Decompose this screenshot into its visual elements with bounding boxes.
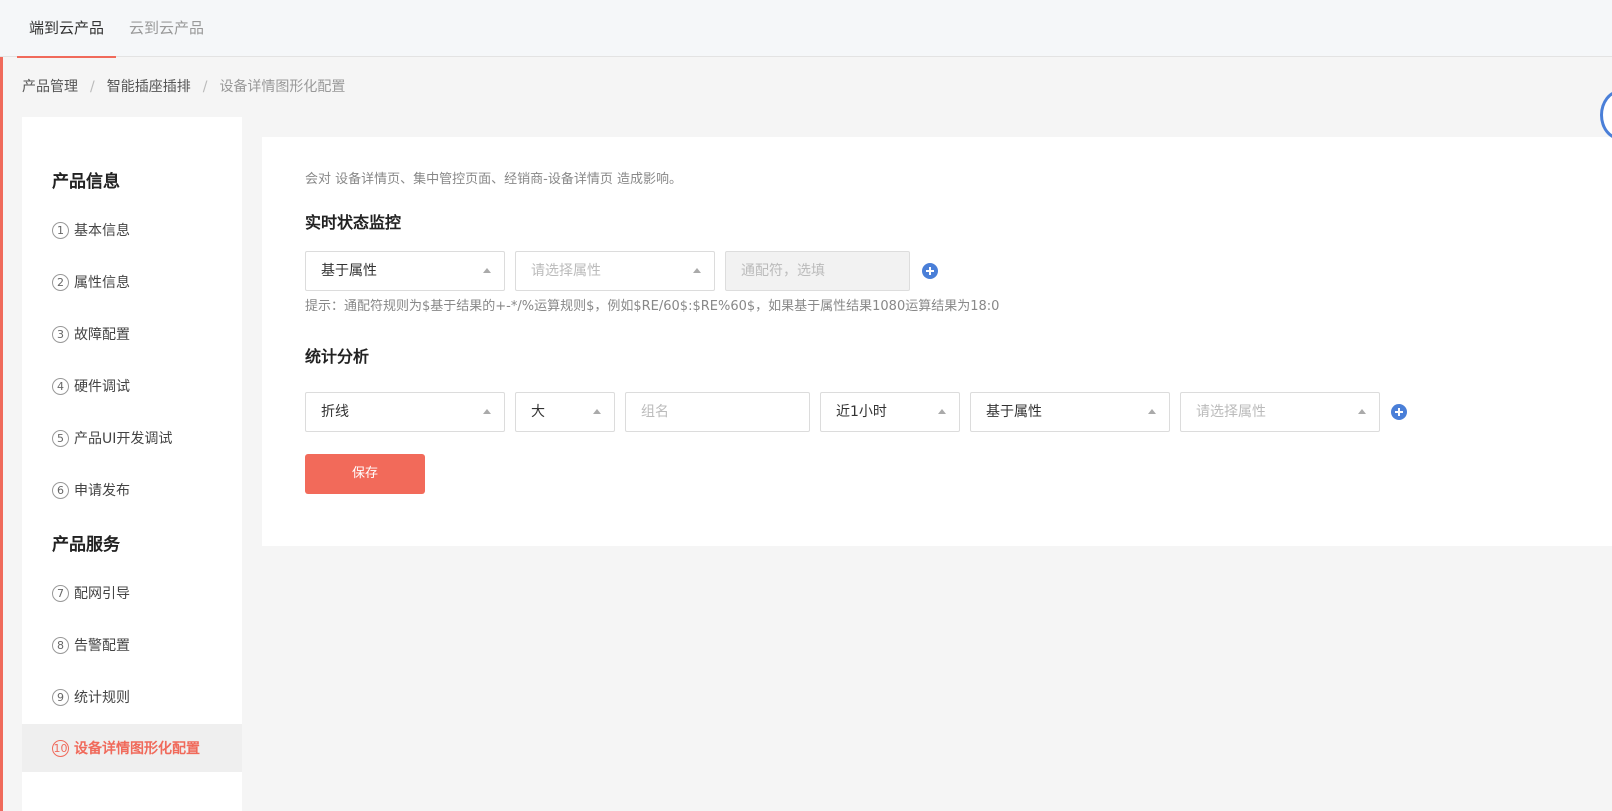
breadcrumb-separator: / — [90, 79, 95, 95]
sidebar-heading-product-info: 产品信息 — [52, 172, 120, 192]
sidebar-item-label: 统计规则 — [74, 690, 130, 706]
sidebar-item-stat-rules[interactable]: 9 统计规则 — [22, 673, 242, 721]
wildcard-input[interactable]: 通配符，选填 — [725, 251, 910, 291]
step-number: 4 — [52, 377, 69, 395]
input-placeholder: 组名 — [641, 404, 669, 420]
sidebar-heading-product-service: 产品服务 — [52, 535, 120, 555]
step-number: 7 — [52, 584, 69, 602]
group-name-input[interactable]: 组名 — [625, 392, 810, 432]
select-placeholder: 请选择属性 — [1196, 404, 1266, 420]
sidebar-item-label: 配网引导 — [74, 586, 130, 602]
select-placeholder: 请选择属性 — [531, 263, 601, 279]
sidebar-item-label: 故障配置 — [74, 327, 130, 343]
select-value: 基于属性 — [321, 263, 377, 279]
sidebar-item-basic-info[interactable]: 1 基本信息 — [22, 206, 242, 254]
chart-size-select[interactable]: 大 — [515, 392, 615, 432]
sidebar-item-label: 产品UI开发调试 — [74, 431, 173, 447]
sidebar: 产品信息 1 基本信息 2 属性信息 3 故障配置 4 硬件调试 5 产品UI开… — [22, 117, 242, 811]
sidebar-item-attribute-info[interactable]: 2 属性信息 — [22, 258, 242, 306]
section-title-realtime: 实时状态监控 — [305, 213, 402, 232]
breadcrumb-product[interactable]: 智能插座插排 — [107, 77, 191, 97]
input-placeholder: 通配符，选填 — [741, 263, 825, 279]
breadcrumb-current: 设备详情图形化配置 — [219, 79, 346, 95]
realtime-source-select[interactable]: 基于属性 — [305, 251, 505, 291]
config-panel: 会对 设备详情页、集中管控页面、经销商-设备详情页 造成影响。 实时状态监控 基… — [262, 137, 1612, 546]
realtime-property-select[interactable]: 请选择属性 — [515, 251, 715, 291]
select-value: 近1小时 — [836, 404, 887, 420]
sidebar-item-label: 硬件调试 — [74, 379, 130, 395]
tab-cloud-to-cloud[interactable]: 云到云产品 — [117, 0, 216, 57]
stats-property-select[interactable]: 请选择属性 — [1180, 392, 1380, 432]
breadcrumb-product-management[interactable]: 产品管理 — [22, 77, 78, 97]
sidebar-item-fault-config[interactable]: 3 故障配置 — [22, 310, 242, 358]
time-range-select[interactable]: 近1小时 — [820, 392, 960, 432]
sidebar-item-label: 告警配置 — [74, 638, 130, 654]
sidebar-item-alarm-config[interactable]: 8 告警配置 — [22, 621, 242, 669]
select-value: 大 — [531, 404, 545, 420]
select-value: 折线 — [321, 404, 349, 420]
step-number: 5 — [52, 429, 69, 447]
sidebar-item-ui-dev-debug[interactable]: 5 产品UI开发调试 — [22, 414, 242, 462]
floating-assistant-icon[interactable] — [1600, 90, 1612, 140]
add-realtime-row-icon[interactable] — [922, 263, 938, 279]
sidebar-item-label: 申请发布 — [74, 483, 130, 499]
sidebar-item-apply-publish[interactable]: 6 申请发布 — [22, 466, 242, 514]
sidebar-item-detail-graphic-config[interactable]: 10 设备详情图形化配置 — [22, 724, 242, 772]
step-number: 6 — [52, 481, 69, 499]
breadcrumb-separator: / — [202, 79, 208, 95]
impact-hint: 会对 设备详情页、集中管控页面、经销商-设备详情页 造成影响。 — [305, 172, 682, 187]
add-stats-row-icon[interactable] — [1391, 404, 1407, 420]
select-value: 基于属性 — [986, 404, 1042, 420]
top-tab-bar: 端到云产品 云到云产品 — [0, 0, 1612, 58]
sidebar-item-label: 设备详情图形化配置 — [74, 741, 200, 757]
wildcard-tip: 提示：通配符规则为$基于结果的+-*/%运算规则$，例如$RE/60$:$RE%… — [305, 299, 1000, 314]
step-number: 1 — [52, 221, 69, 239]
sidebar-item-network-guide[interactable]: 7 配网引导 — [22, 569, 242, 617]
breadcrumb: 产品管理 / 智能插座插排 / 设备详情图形化配置 — [22, 77, 345, 97]
section-title-stats: 统计分析 — [305, 347, 370, 366]
stats-source-select[interactable]: 基于属性 — [970, 392, 1170, 432]
step-number: 8 — [52, 636, 69, 654]
sidebar-item-hardware-debug[interactable]: 4 硬件调试 — [22, 362, 242, 410]
save-button[interactable]: 保存 — [305, 454, 425, 494]
step-number: 9 — [52, 688, 69, 706]
sidebar-item-label: 基本信息 — [74, 223, 130, 239]
sidebar-item-label: 属性信息 — [74, 275, 130, 291]
left-accent-bar — [0, 0, 3, 811]
chart-type-select[interactable]: 折线 — [305, 392, 505, 432]
tab-device-to-cloud[interactable]: 端到云产品 — [17, 0, 117, 58]
step-number: 3 — [52, 325, 69, 343]
step-number: 10 — [52, 739, 69, 757]
step-number: 2 — [52, 273, 69, 291]
